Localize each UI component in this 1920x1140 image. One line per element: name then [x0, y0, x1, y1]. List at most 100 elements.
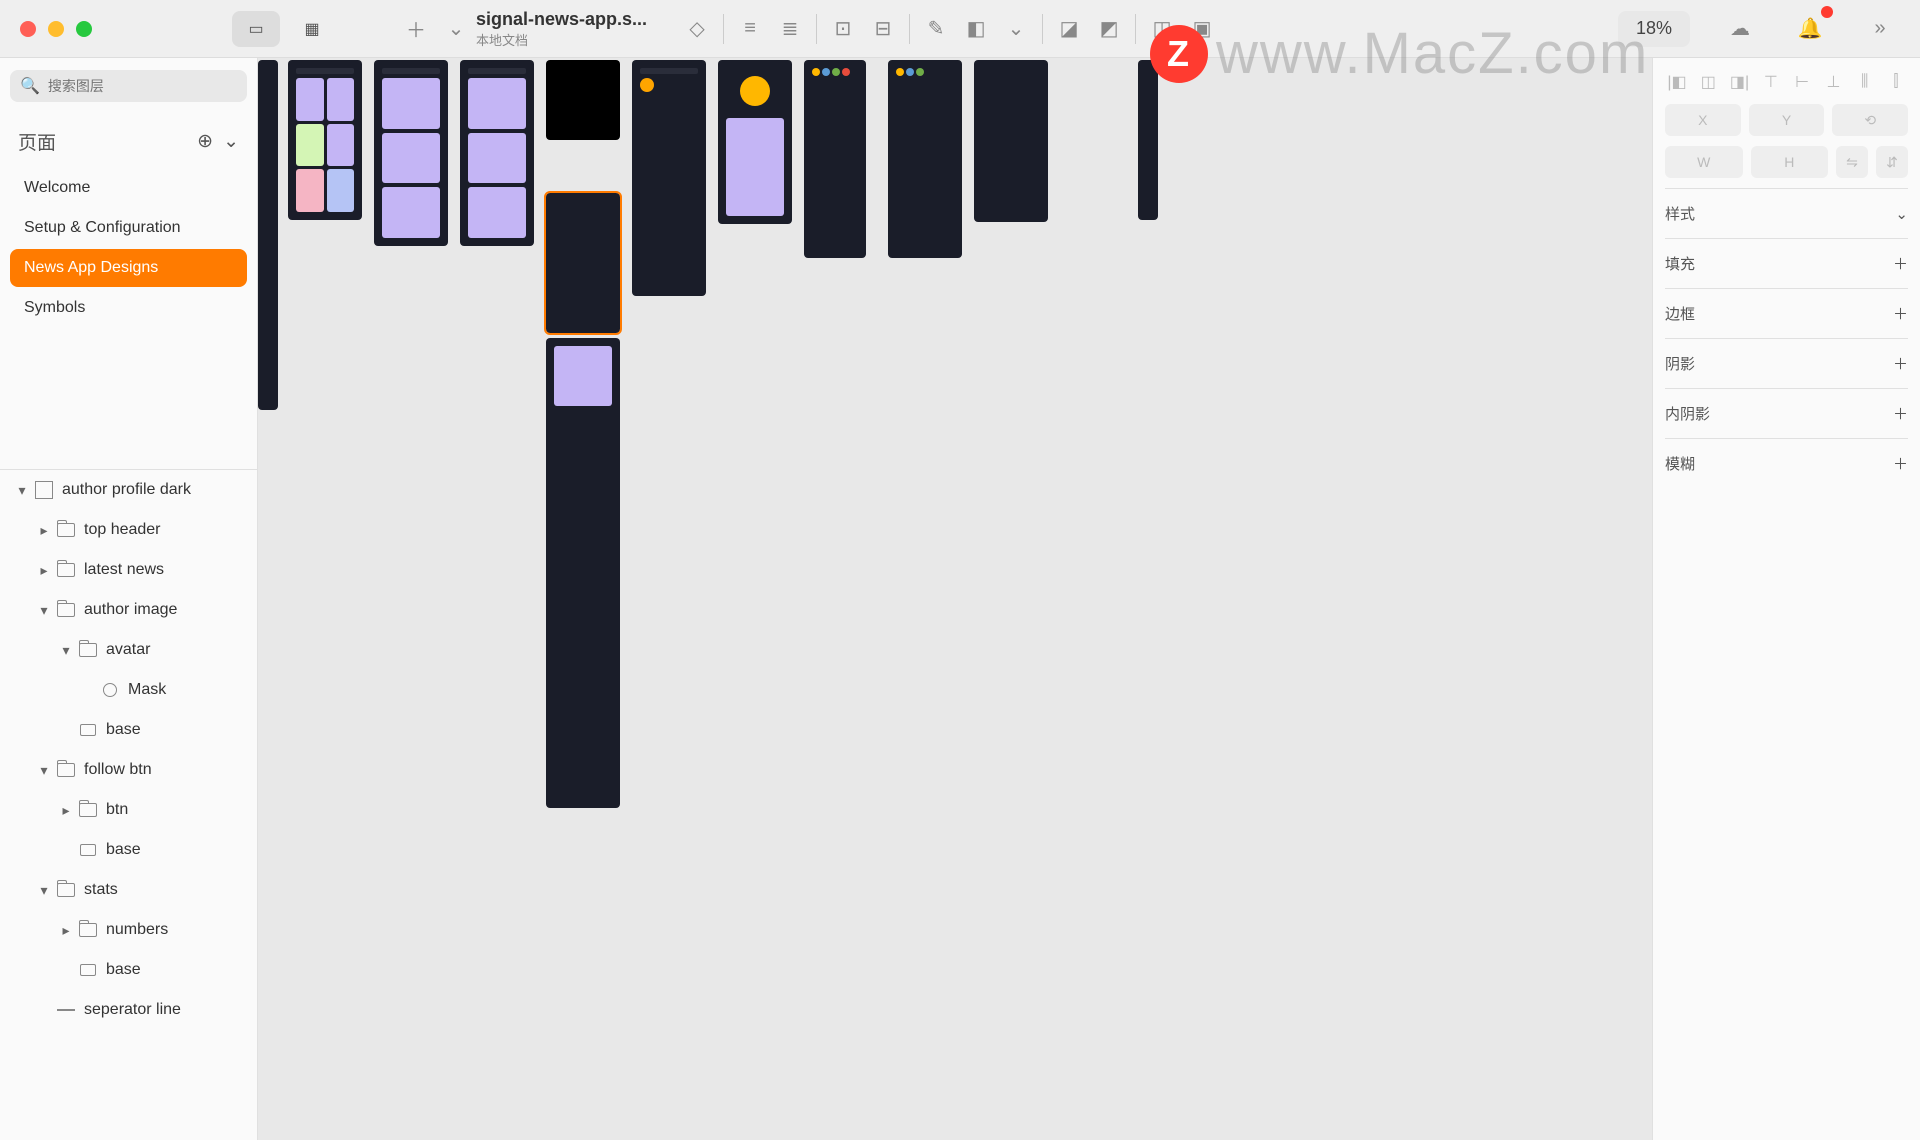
h-field[interactable]: H [1751, 146, 1829, 178]
chevron-icon[interactable]: ▸ [56, 802, 76, 819]
pages-label: 页面 [18, 128, 56, 155]
maximize-window[interactable] [76, 21, 92, 37]
inspector-section[interactable]: 阴影＋ [1665, 338, 1908, 388]
chevron-icon[interactable]: ▸ [34, 522, 54, 539]
layer-row[interactable]: seperator line [0, 990, 257, 1030]
page-list: WelcomeSetup & ConfigurationNews App Des… [0, 169, 257, 329]
add-page-icon[interactable]: ⊕ [197, 130, 213, 153]
align-left-icon[interactable]: |◧ [1665, 70, 1689, 94]
layer-row[interactable]: base [0, 710, 257, 750]
folder-icon [54, 763, 78, 777]
chevron-icon[interactable]: ▾ [34, 882, 54, 899]
layer-row[interactable]: ▸ numbers [0, 910, 257, 950]
canvas-view-button[interactable]: ▭ [232, 11, 280, 47]
layer-search[interactable]: 🔍 [10, 70, 247, 102]
vector-tool[interactable]: ◧ [956, 9, 996, 49]
layer-label: base [106, 961, 141, 979]
y-field[interactable]: Y [1749, 104, 1825, 136]
layer-row[interactable]: ▸top header [0, 510, 257, 550]
layer-label: seperator line [84, 1001, 181, 1019]
flip-h-icon[interactable]: ⇋ [1836, 146, 1868, 178]
bool-tool-1[interactable]: ◪ [1049, 9, 1089, 49]
layer-row[interactable]: ▾ follow btn [0, 750, 257, 790]
minimize-window[interactable] [48, 21, 64, 37]
align-center-h-icon[interactable]: ◫ [1696, 70, 1720, 94]
add-icon[interactable]: ＋ [1893, 403, 1908, 424]
layer-row[interactable]: ▸latest news [0, 550, 257, 590]
doc-subtitle: 本地文档 [476, 30, 647, 49]
circle-icon [98, 683, 122, 697]
style-chevron-icon[interactable]: ⌄ [1895, 205, 1908, 223]
distribute-v-icon[interactable]: ⫿ [1884, 70, 1908, 94]
pages-chevron-icon[interactable]: ⌄ [223, 130, 239, 153]
align-top-icon[interactable]: ⊤ [1759, 70, 1783, 94]
x-field[interactable]: X [1665, 104, 1741, 136]
align-right-icon[interactable]: ◨| [1728, 70, 1752, 94]
expand-icon[interactable]: » [1860, 9, 1900, 49]
left-sidebar: 🔍 页面 ⊕ ⌄ WelcomeSetup & ConfigurationNew… [0, 58, 258, 1140]
align-tool-1[interactable]: ≡ [730, 9, 770, 49]
layer-row[interactable]: Mask [0, 670, 257, 710]
insert-button[interactable]: ＋ [396, 9, 436, 49]
chevron-icon[interactable]: ▾ [34, 762, 54, 779]
inspector-section[interactable]: 边框＋ [1665, 288, 1908, 338]
layer-row[interactable]: ▾ author image [0, 590, 257, 630]
w-field[interactable]: W [1665, 146, 1743, 178]
layer-label: author image [84, 601, 177, 619]
layer-label: base [106, 721, 141, 739]
symbol-tool[interactable]: ◇ [677, 9, 717, 49]
inspector-section[interactable]: 内阴影＋ [1665, 388, 1908, 438]
add-icon[interactable]: ＋ [1893, 453, 1908, 474]
inspector-panel: |◧ ◫ ◨| ⊤ ⊢ ⊥ ⫼ ⫿ X Y ⟲ W H ⇋ ⇵ 样式 ⌄ 填充 ＋… [1652, 58, 1920, 1140]
chevron-icon[interactable]: ▾ [56, 642, 76, 659]
layer-row[interactable]: ▸btn [0, 790, 257, 830]
layer-row[interactable]: base [0, 830, 257, 870]
folder-icon [54, 563, 78, 577]
section-label: 填充 [1665, 253, 1695, 274]
folder-icon [76, 643, 100, 657]
vector-dropdown[interactable]: ⌄ [996, 9, 1036, 49]
layer-row[interactable]: ▾avatar [0, 630, 257, 670]
add-icon[interactable]: ＋ [1893, 303, 1908, 324]
rect-icon [76, 964, 100, 976]
align-tool-2[interactable]: ≣ [770, 9, 810, 49]
cloud-icon[interactable]: ☁ [1720, 9, 1760, 49]
chevron-icon[interactable]: ▾ [34, 602, 54, 619]
layer-label: numbers [106, 921, 168, 939]
group-tool[interactable]: ⊡ [823, 9, 863, 49]
inspector-section[interactable]: 填充 ＋ [1665, 238, 1908, 288]
layer-label: follow btn [84, 761, 152, 779]
grid-view-button[interactable]: ▦ [288, 11, 336, 47]
folder-icon [54, 523, 78, 537]
distribute-h-icon[interactable]: ⫼ [1853, 70, 1877, 94]
search-icon: 🔍 [20, 76, 40, 96]
layer-row[interactable]: ▾author profile dark [0, 470, 257, 510]
page-item[interactable]: Welcome [10, 169, 247, 207]
search-input[interactable] [48, 78, 237, 94]
style-section[interactable]: 样式 ⌄ [1665, 188, 1908, 238]
layer-row[interactable]: base [0, 950, 257, 990]
close-window[interactable] [20, 21, 36, 37]
style-label: 样式 [1665, 203, 1695, 224]
page-item[interactable]: News App Designs [10, 249, 247, 287]
chevron-icon[interactable]: ▸ [34, 562, 54, 579]
angle-field[interactable]: ⟲ [1832, 104, 1908, 136]
layer-row[interactable]: ▾stats [0, 870, 257, 910]
flip-v-icon[interactable]: ⇵ [1876, 146, 1908, 178]
insert-dropdown[interactable]: ⌄ [436, 9, 476, 49]
bool-tool-2[interactable]: ◩ [1089, 9, 1129, 49]
inspector-section[interactable]: 模糊＋ [1665, 438, 1908, 488]
page-item[interactable]: Symbols [10, 289, 247, 327]
edit-tool[interactable]: ✎ [916, 9, 956, 49]
align-middle-icon[interactable]: ⊢ [1790, 70, 1814, 94]
chevron-icon[interactable]: ▸ [56, 922, 76, 939]
add-icon[interactable]: ＋ [1893, 353, 1908, 374]
page-item[interactable]: Setup & Configuration [10, 209, 247, 247]
folder-icon [54, 883, 78, 897]
ungroup-tool[interactable]: ⊟ [863, 9, 903, 49]
add-icon[interactable]: ＋ [1893, 253, 1908, 274]
chevron-icon[interactable]: ▾ [12, 482, 32, 499]
canvas[interactable] [258, 58, 1652, 1140]
align-bottom-icon[interactable]: ⊥ [1821, 70, 1845, 94]
folder-icon [76, 803, 100, 817]
